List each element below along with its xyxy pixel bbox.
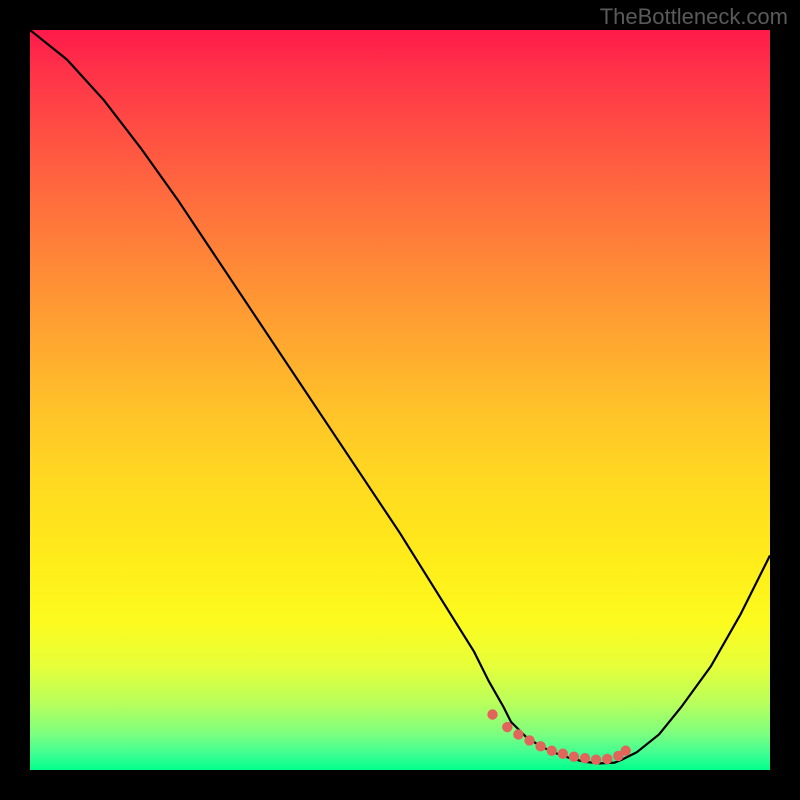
marker-dot xyxy=(535,741,545,751)
marker-dot xyxy=(513,729,523,739)
marker-dot xyxy=(558,749,568,759)
marker-dot xyxy=(569,751,579,761)
marker-dot xyxy=(602,754,612,764)
marker-dot xyxy=(502,722,512,732)
optimal-range-markers xyxy=(487,709,631,765)
marker-dot xyxy=(487,709,497,719)
marker-dot xyxy=(591,754,601,764)
markers-layer xyxy=(30,30,770,770)
marker-dot xyxy=(524,735,534,745)
marker-dot xyxy=(621,746,631,756)
marker-dot xyxy=(580,753,590,763)
plot-area xyxy=(30,30,770,770)
watermark-text: TheBottleneck.com xyxy=(600,4,788,30)
marker-dot xyxy=(547,746,557,756)
